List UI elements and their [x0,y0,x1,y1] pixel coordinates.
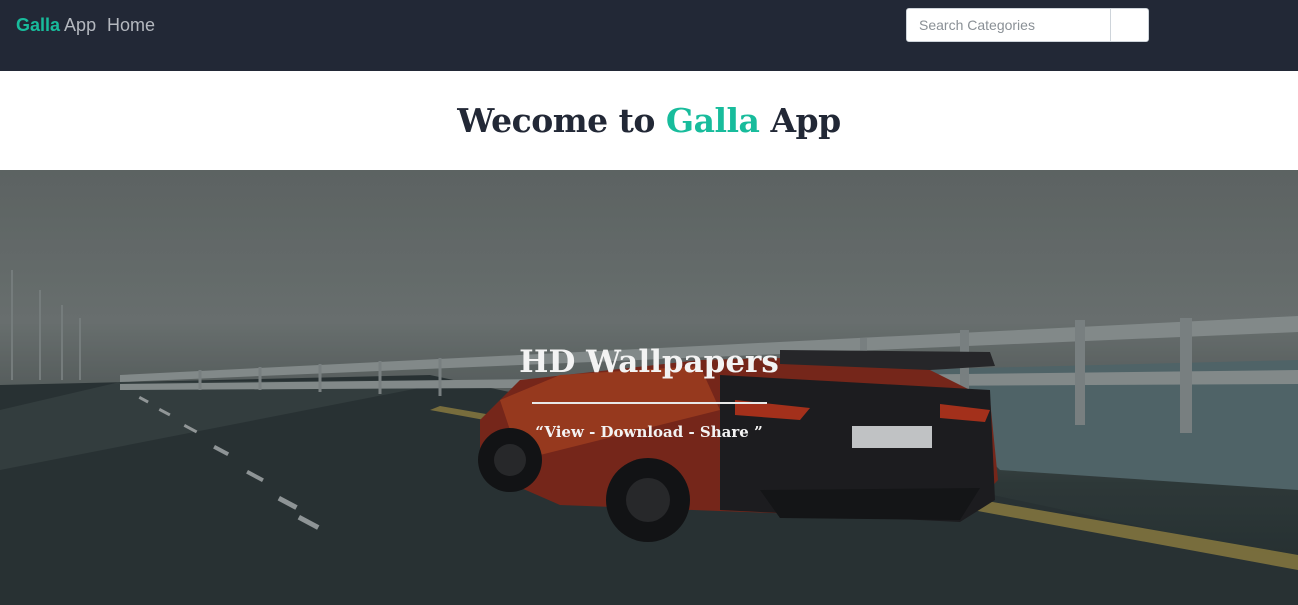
hero-overlay [0,170,1298,605]
welcome-banner: Wecome to Galla App [0,71,1298,170]
hero-title: HD Wallpapers [519,344,779,380]
search-input[interactable] [907,9,1110,41]
welcome-heading: Wecome to Galla App [457,101,841,140]
hero-section: HD Wallpapers “View - Download - Share ” [0,170,1298,605]
welcome-suffix: App [770,101,841,140]
brand-secondary: App [64,15,97,35]
hero-divider [532,402,767,404]
hero-subtitle: “View - Download - Share ” [535,423,763,441]
search-button[interactable] [1110,9,1148,41]
top-navbar: Galla App Home [0,0,1298,71]
welcome-prefix: Wecome to [457,101,655,140]
nav-link-home[interactable]: Home [107,15,155,35]
brand-logo[interactable]: Galla App [16,15,96,35]
search-form [906,8,1149,42]
welcome-accent: Galla [665,101,760,140]
brand-primary: Galla [16,15,61,35]
